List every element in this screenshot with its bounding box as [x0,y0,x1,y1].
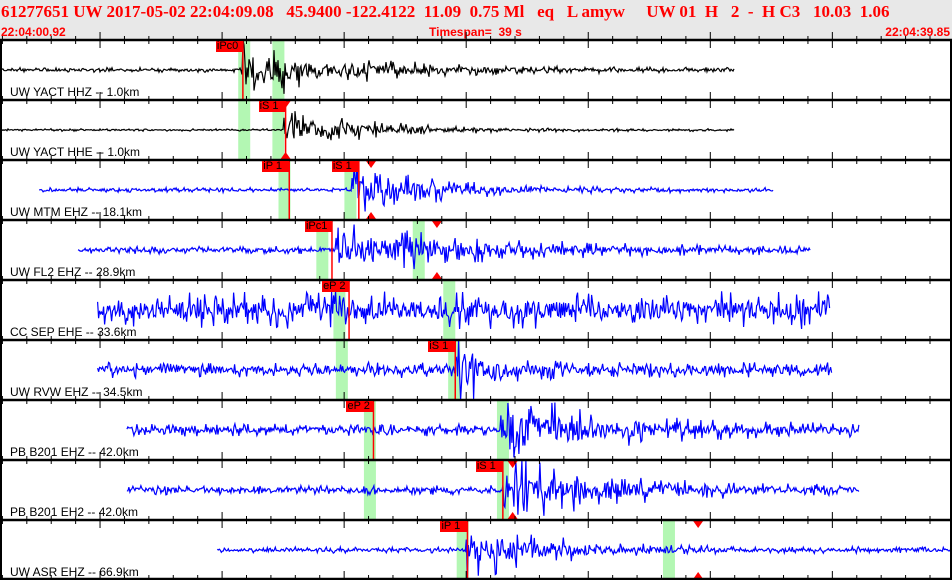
waveform-trace [0,111,735,141]
channel-label: UW FL2 EHZ -- 28.9km [10,265,136,279]
pick-label[interactable]: iS 1 [258,101,286,112]
pick-label[interactable]: iPc0 [215,41,243,52]
triangle-up-icon [366,212,377,219]
pick-label[interactable]: iS 1 [331,161,359,172]
channel-label: UW YACT HHZ -- 1.0km [10,85,140,99]
triangle-up-icon [507,512,518,519]
pick-label[interactable]: iP 1 [440,521,468,532]
pick-label[interactable]: iS 1 [428,341,456,352]
triangle-up-icon [431,272,442,279]
seismogram-viewer: 61277651 UW 2017-05-02 22:04:09.08 45.94… [0,0,952,580]
pick-label[interactable]: iS 1 [475,461,503,472]
pick-label[interactable]: iPc1 [304,221,332,232]
channel-label: PB B201 EH2 -- 42.0km [10,505,139,519]
channel-label: PB B201 EHZ -- 42.0km [10,445,139,459]
triangle-down-icon [366,161,377,168]
pick-label[interactable]: iP 1 [262,161,290,172]
waveform-trace [77,224,811,270]
waveform-trace [97,339,833,401]
channel-label: UW RVW EHZ -- 34.5km [10,385,143,399]
channel-label: UW YACT HHE -- 1.0km [10,145,141,159]
waveform-trace [216,534,952,580]
waveform-trace [97,290,831,330]
channel-label: CC SEP EHE -- 33.6km [10,325,137,339]
waveform-panels[interactable] [0,0,952,580]
triangle-down-icon [431,221,442,228]
waveform-trace [39,160,774,212]
waveform-trace [126,402,860,458]
channel-label: UW MTM EHZ -- 18.1km [10,205,142,219]
channel-label: UW ASR EHZ -- 66.9km [10,565,139,579]
pick-label[interactable]: eP 2 [322,281,350,292]
triangle-down-icon [693,521,704,528]
pick-label[interactable]: eP 2 [346,401,374,412]
